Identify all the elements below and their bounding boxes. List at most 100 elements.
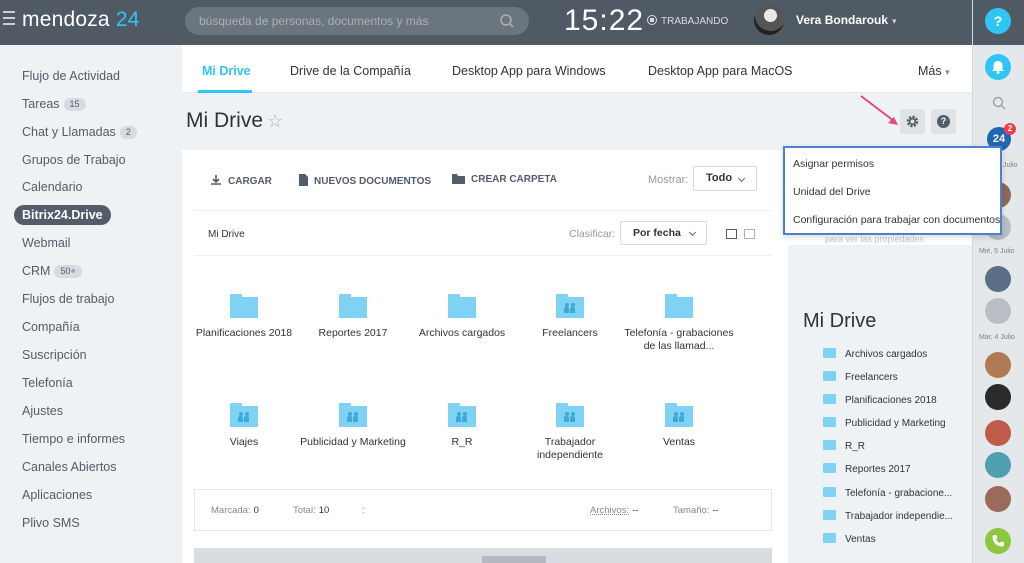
help-button[interactable]: ?	[985, 8, 1011, 34]
folder-tree-item[interactable]: Ventas	[823, 533, 876, 545]
shared-folder-icon	[665, 403, 693, 427]
breadcrumb[interactable]: Mi Drive	[208, 229, 245, 240]
folder-name: R_R	[451, 436, 473, 448]
files-label: Archivos:	[590, 505, 630, 516]
contact-avatar[interactable]	[985, 452, 1011, 478]
shared-folder-icon	[230, 403, 258, 427]
list-view-icon[interactable]	[744, 229, 755, 239]
sidebar-item[interactable]: Plivo SMS	[22, 513, 80, 533]
sidebar-item[interactable]: CRM 50+	[22, 261, 82, 281]
tab-more-label: Más	[918, 64, 942, 78]
upload-button[interactable]: CARGAR	[210, 174, 272, 189]
clock[interactable]: 15:22	[564, 4, 644, 38]
create-folder-label: CREAR CARPETA	[471, 174, 557, 185]
contact-avatar[interactable]	[985, 486, 1011, 512]
folder-name: Archivos cargados	[418, 327, 506, 339]
work-status[interactable]: TRABAJANDO	[647, 15, 728, 27]
menu-icon[interactable]	[3, 11, 15, 25]
scrollbar[interactable]	[482, 556, 546, 563]
sidebar-item[interactable]: Chat y Llamadas 2	[22, 122, 137, 142]
sidebar-item[interactable]: Calendario	[22, 177, 82, 197]
folder-tree-item[interactable]: Planificaciones 2018	[823, 394, 937, 406]
folder-item[interactable]: Telefonía - grabaciones de las llamad...	[624, 294, 734, 353]
sidebar-item[interactable]: Telefonía	[22, 373, 73, 393]
new-documents-button[interactable]: NUEVOS DOCUMENTOS	[298, 174, 431, 189]
folder-tree-item[interactable]: Reportes 2017	[823, 463, 911, 475]
folder-tree-label: Ventas	[845, 534, 876, 545]
folder-tree-item[interactable]: Publicidad y Marketing	[823, 417, 946, 429]
star-icon[interactable]: ☆	[267, 111, 283, 131]
scroll-area	[194, 548, 772, 563]
notifications-bell-icon[interactable]	[985, 54, 1011, 80]
question-icon: ?	[937, 115, 950, 128]
sidebar-item[interactable]: Ajustes	[22, 401, 63, 421]
sidebar-item[interactable]: Tareas 15	[22, 94, 86, 114]
folder-item[interactable]: Archivos cargados	[407, 294, 517, 340]
tab-desktop-macos[interactable]: Desktop App para MacOS	[648, 64, 793, 78]
sidebar-item[interactable]: Suscripción	[22, 345, 87, 365]
sidebar-item[interactable]: Flujos de trabajo	[22, 289, 114, 309]
sidebar-item-label: Compañía	[22, 320, 80, 334]
file-browser: CARGAR NUEVOS DOCUMENTOS CREAR CARPETA M…	[182, 150, 788, 563]
folder-item[interactable]: Planificaciones 2018	[189, 294, 299, 340]
folder-tree-item[interactable]: Trabajador independie...	[823, 510, 953, 522]
user-avatar[interactable]	[754, 5, 784, 35]
files-value: --	[632, 505, 639, 516]
b24-label: 24	[992, 133, 1006, 145]
menu-item-permissions[interactable]: Asignar permisos	[793, 158, 874, 170]
files-count[interactable]: Archivos: --	[590, 505, 638, 516]
grid-view-icon[interactable]	[726, 229, 737, 239]
folder-tree-item[interactable]: Freelancers	[823, 371, 898, 383]
contact-avatar[interactable]	[985, 384, 1011, 410]
count-badge: 50+	[54, 265, 82, 278]
show-label: Mostrar:	[648, 174, 689, 186]
folder-item[interactable]: Ventas	[624, 403, 734, 449]
create-folder-button[interactable]: CREAR CARPETA	[452, 174, 557, 187]
tab-more[interactable]: Más ▾	[918, 64, 950, 78]
sidebar-item[interactable]: Tiempo e informes	[22, 429, 125, 449]
folder-tree-item[interactable]: Archivos cargados	[823, 348, 927, 360]
tab-mi-drive[interactable]: Mi Drive	[202, 64, 251, 78]
menu-item-document-settings[interactable]: Configuración para trabajar con document…	[793, 214, 1000, 226]
document-icon	[298, 174, 308, 189]
tab-desktop-windows[interactable]: Desktop App para Windows	[452, 64, 606, 78]
sort-select[interactable]: Por fecha	[620, 221, 707, 245]
settings-button[interactable]	[900, 109, 925, 134]
sidebar-item[interactable]: Canales Abiertos	[22, 457, 117, 477]
menu-item-drive-unit[interactable]: Unidad del Drive	[793, 186, 871, 198]
sidebar-item[interactable]: Flujo de Actividad	[22, 66, 120, 86]
folder-tree-item[interactable]: Telefonía - grabacione...	[823, 487, 952, 499]
folder-icon	[823, 533, 836, 543]
search-icon[interactable]	[992, 96, 1006, 110]
sidebar-item[interactable]: Webmail	[22, 233, 70, 253]
date-label: Mié, 5 Julio	[979, 248, 1015, 255]
sidebar-item[interactable]: Aplicaciones	[22, 485, 92, 505]
logo[interactable]: mendoza 24	[22, 8, 140, 32]
search-icon[interactable]	[499, 13, 515, 29]
contact-avatar[interactable]	[985, 352, 1011, 378]
contact-avatar[interactable]	[985, 298, 1011, 324]
folder-tree-item[interactable]: R_R	[823, 440, 865, 452]
sidebar-item[interactable]: Compañía	[22, 317, 80, 337]
phone-icon[interactable]	[985, 528, 1011, 554]
sidebar-item[interactable]: Bitrix24.Drive	[14, 205, 111, 225]
folder-item[interactable]: Trabajador independiente	[515, 403, 625, 462]
contact-avatar[interactable]	[985, 266, 1011, 292]
search-input[interactable]: búsqueda de personas, documentos y más	[185, 7, 529, 35]
folder-item[interactable]: Reportes 2017	[298, 294, 408, 340]
separator: :	[362, 505, 365, 516]
folder-item[interactable]: Freelancers	[515, 294, 625, 340]
sidebar-item-label: Webmail	[22, 236, 71, 250]
folder-item[interactable]: R_R	[407, 403, 517, 449]
sidebar-item-label: CRM	[22, 264, 51, 278]
folder-item[interactable]: Publicidad y Marketing	[298, 403, 408, 449]
show-filter-select[interactable]: Todo	[693, 166, 757, 191]
count-badge: 2	[119, 126, 137, 139]
folder-item[interactable]: Viajes	[189, 403, 299, 449]
tab-company-drive[interactable]: Drive de la Compañía	[290, 64, 411, 78]
contact-avatar[interactable]	[985, 420, 1011, 446]
sidebar-item[interactable]: Grupos de Trabajo	[22, 150, 126, 170]
user-menu[interactable]: Vera Bondarouk ▾	[796, 13, 897, 27]
folder-tree-label: Archivos cargados	[845, 349, 928, 360]
help-button[interactable]: ?	[931, 109, 956, 134]
